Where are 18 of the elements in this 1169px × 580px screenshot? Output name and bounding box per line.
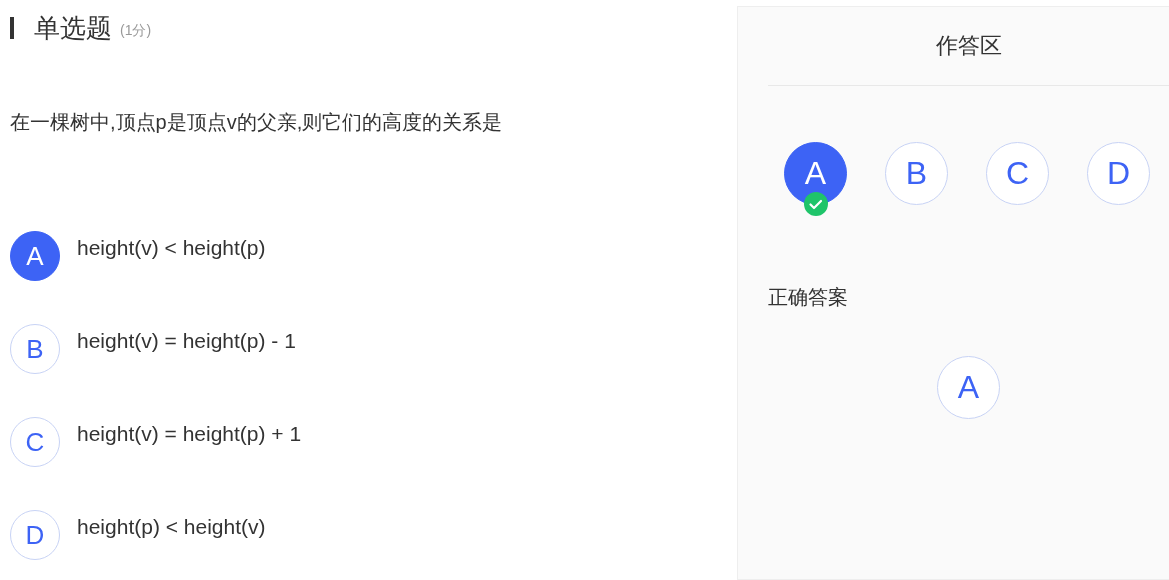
score-label: (1分) <box>120 22 152 40</box>
option-button[interactable]: C <box>10 417 60 467</box>
panel-title: 作答区 <box>768 7 1169 86</box>
answer-choice-button[interactable]: C <box>986 142 1049 205</box>
option-text: height(v) = height(p) - 1 <box>77 329 296 353</box>
question-type-title: 单选题 <box>34 11 112 45</box>
option-button[interactable]: B <box>10 324 60 374</box>
answer-choice-button[interactable]: D <box>1087 142 1150 205</box>
option-button[interactable]: A <box>10 231 60 281</box>
option-button[interactable]: D <box>10 510 60 560</box>
option-text: height(v) < height(p) <box>77 236 266 260</box>
question-text: 在一棵树中,顶点p是顶点v的父亲,则它们的高度的关系是 <box>10 110 504 135</box>
correct-answer-badge: A <box>937 356 1000 419</box>
title-bar-mark <box>10 17 14 39</box>
option-text: height(p) < height(v) <box>77 515 266 539</box>
answer-choice-button[interactable]: B <box>885 142 948 205</box>
option-text: height(v) = height(p) + 1 <box>77 422 302 446</box>
correct-answer-label: 正确答案 <box>768 285 849 310</box>
